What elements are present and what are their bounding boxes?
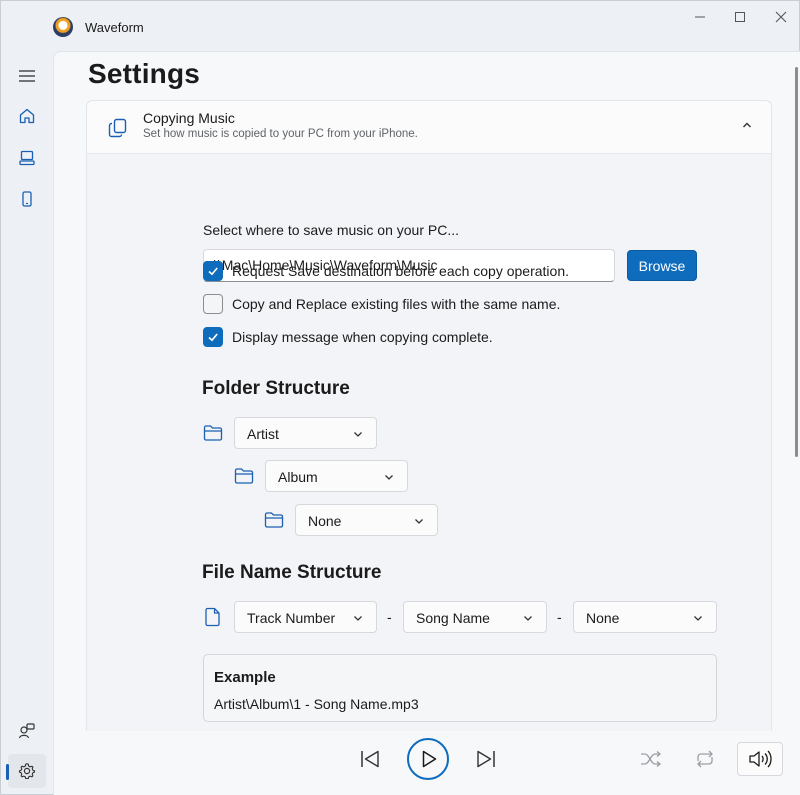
settings-page: Settings Copying Music Set how music is … — [53, 51, 800, 731]
example-value: Artist\Album\1 - Song Name.mp3 — [214, 696, 419, 712]
dropdown-value: None — [308, 513, 342, 529]
dropdown-value: Song Name — [416, 610, 490, 626]
volume-button[interactable] — [737, 742, 783, 776]
sidebar — [1, 51, 53, 795]
shuffle-icon — [641, 751, 662, 767]
maximize-button[interactable] — [726, 9, 754, 25]
previous-button[interactable] — [354, 745, 386, 773]
chevron-down-icon — [354, 616, 362, 621]
next-icon — [477, 750, 495, 768]
option-display-message[interactable]: Display message when copying complete. — [203, 326, 493, 348]
chevron-down-icon — [415, 519, 423, 524]
chevron-down-icon — [385, 475, 393, 480]
chevron-up-icon[interactable] — [741, 119, 753, 131]
browse-button[interactable]: Browse — [627, 250, 697, 281]
checkbox-label: Request Save destination before each cop… — [232, 263, 570, 279]
menu-toggle-button[interactable] — [8, 59, 46, 93]
checkbox-request-save[interactable] — [203, 261, 223, 281]
chevron-down-icon — [694, 616, 702, 621]
folder-icon — [234, 468, 254, 484]
sidebar-item-accounts[interactable] — [8, 714, 46, 748]
example-title: Example — [214, 669, 276, 686]
repeat-icon — [697, 750, 713, 768]
folder-level-1-dropdown[interactable]: Artist — [234, 417, 377, 449]
sidebar-item-settings[interactable] — [6, 754, 46, 788]
separator: - — [387, 609, 392, 625]
play-button[interactable] — [407, 738, 449, 780]
player-bar — [53, 731, 800, 795]
gear-icon — [18, 763, 36, 780]
sidebar-item-pc[interactable] — [8, 141, 46, 175]
app-title: Waveform — [85, 20, 144, 35]
file-part-1-dropdown[interactable]: Track Number — [234, 601, 377, 633]
repeat-button[interactable] — [690, 745, 720, 773]
dropdown-value: None — [586, 610, 620, 626]
folder-icon — [264, 512, 284, 528]
app-window: Waveform Settings Copying Music Set how … — [0, 0, 800, 795]
chevron-down-icon — [354, 432, 362, 437]
scrollbar[interactable] — [795, 67, 798, 457]
shuffle-button[interactable] — [636, 745, 666, 773]
dropdown-value: Artist — [247, 426, 279, 442]
close-button[interactable] — [767, 9, 795, 25]
file-name-structure-title: File Name Structure — [202, 562, 382, 583]
option-copy-replace[interactable]: Copy and Replace existing files with the… — [203, 293, 560, 315]
separator: - — [557, 609, 562, 625]
previous-icon — [361, 750, 379, 768]
checkmark-icon — [208, 267, 218, 276]
sidebar-item-phone[interactable] — [8, 182, 46, 216]
dropdown-value: Track Number — [247, 610, 336, 626]
copying-music-header[interactable]: Copying Music Set how music is copied to… — [87, 101, 771, 154]
hamburger-icon — [19, 70, 35, 82]
waveform-logo-icon — [53, 17, 73, 37]
save-location-label: Select where to save music on your PC... — [203, 222, 459, 238]
card-title: Copying Music — [143, 110, 235, 126]
checkbox-label: Copy and Replace existing files with the… — [232, 296, 561, 312]
checkmark-icon — [208, 333, 218, 342]
phone-icon — [22, 191, 32, 207]
play-icon — [422, 750, 437, 768]
file-part-3-dropdown[interactable]: None — [573, 601, 717, 633]
checkbox-display-message[interactable] — [203, 327, 223, 347]
volume-icon — [749, 750, 772, 768]
chevron-down-icon — [524, 616, 532, 621]
copying-music-card: Copying Music Set how music is copied to… — [86, 100, 772, 731]
next-button[interactable] — [470, 745, 502, 773]
copy-icon — [108, 118, 127, 138]
example-box: Example Artist\Album\1 - Song Name.mp3 — [203, 654, 717, 722]
home-icon — [19, 108, 35, 124]
computer-icon — [19, 150, 35, 166]
folder-icon — [203, 425, 223, 441]
file-part-2-dropdown[interactable]: Song Name — [403, 601, 547, 633]
title-bar: Waveform — [1, 1, 799, 51]
folder-structure-title: Folder Structure — [202, 378, 350, 399]
page-title: Settings — [88, 58, 201, 89]
accounts-icon — [18, 723, 35, 739]
dropdown-value: Album — [278, 469, 318, 485]
file-icon — [205, 607, 220, 627]
sidebar-item-home[interactable] — [8, 99, 46, 133]
folder-level-2-dropdown[interactable]: Album — [265, 460, 408, 492]
option-request-save-destination[interactable]: Request Save destination before each cop… — [203, 260, 569, 282]
checkbox-label: Display message when copying complete. — [232, 329, 493, 345]
folder-level-3-dropdown[interactable]: None — [295, 504, 438, 536]
minimize-button[interactable] — [686, 9, 714, 25]
checkbox-copy-replace[interactable] — [203, 294, 223, 314]
card-subtitle: Set how music is copied to your PC from … — [143, 128, 418, 140]
